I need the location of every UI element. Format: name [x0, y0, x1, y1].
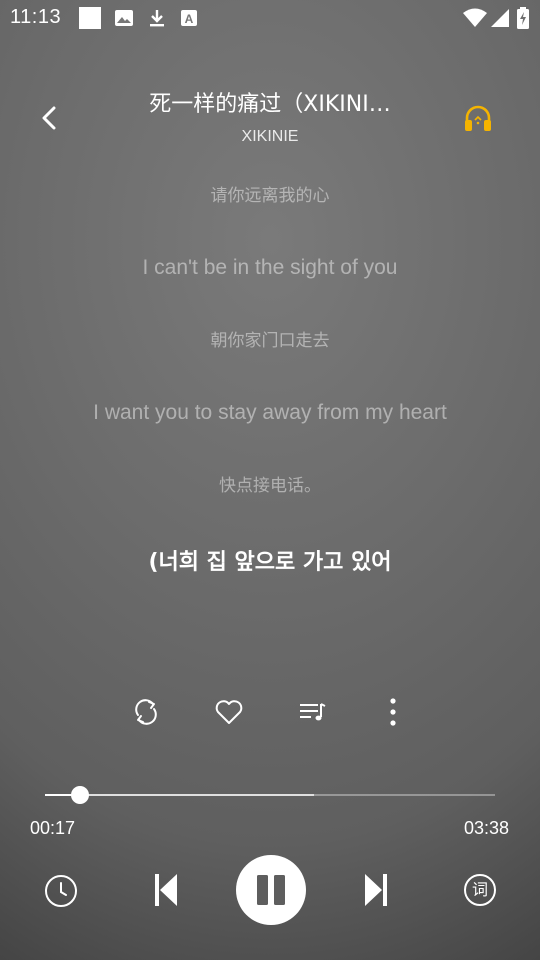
heart-icon: [215, 700, 243, 724]
lyric-line: 请你远离我的心: [210, 186, 330, 206]
repeat-button[interactable]: [128, 694, 164, 730]
pause-button[interactable]: [236, 855, 306, 925]
lyric-line: I want you to stay away from my heart: [93, 401, 447, 424]
back-button[interactable]: [34, 102, 64, 134]
playlist-button[interactable]: [294, 694, 330, 730]
status-time: 11:13: [10, 6, 62, 28]
lyrics-button[interactable]: 词: [463, 873, 497, 907]
repeat-icon: [135, 699, 157, 725]
more-button[interactable]: [375, 694, 411, 730]
cell-signal-icon: [489, 7, 511, 29]
sleep-timer-button[interactable]: [43, 873, 79, 909]
playlist-icon: [300, 703, 326, 721]
timer-clock-icon: [45, 875, 77, 907]
chevron-left-icon: [42, 106, 56, 130]
progress-slider[interactable]: [45, 786, 495, 804]
total-time: 03:38: [463, 818, 509, 838]
battery-charging-icon: [514, 7, 532, 29]
previous-icon: [155, 874, 177, 906]
next-icon: [365, 874, 387, 906]
progress-thumb[interactable]: [71, 786, 90, 804]
next-button[interactable]: [358, 870, 394, 910]
lyric-line: 朝你家门口走去: [210, 331, 330, 351]
artist-name: XIKINIE: [241, 128, 299, 145]
headphones-icon: [465, 105, 491, 131]
status-bar: 11:13 A: [0, 0, 540, 36]
favorite-button[interactable]: [211, 694, 247, 730]
lyrics-ci-icon: 词: [464, 874, 496, 906]
more-vertical-icon: [390, 698, 396, 726]
song-title: 死一样的痛过（XIKINI…: [149, 92, 391, 117]
lyric-line: I can't be in the sight of you: [142, 256, 398, 279]
lyric-line-current: (너희 집 앞으로 가고 있어: [148, 550, 392, 575]
current-time: 00:17: [30, 818, 76, 838]
blank-notification-icon: [79, 7, 101, 29]
wifi-icon: [462, 7, 488, 29]
font-a-icon: A: [178, 7, 200, 29]
lyric-line: 快点接电话。: [219, 476, 321, 496]
previous-button[interactable]: [148, 870, 184, 910]
image-icon: [113, 7, 135, 29]
download-icon: [146, 7, 168, 29]
headphones-button[interactable]: [462, 102, 494, 134]
svg-text:A: A: [185, 12, 194, 26]
pause-icon: [257, 875, 285, 905]
lyrics-glyph: 词: [471, 880, 488, 899]
